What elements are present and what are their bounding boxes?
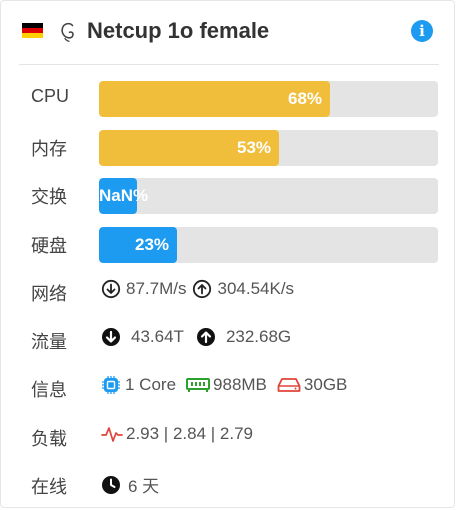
server-title: Netcup 1o female [87,18,270,43]
swap-bar: NaN% [99,178,438,214]
load-label: 负载 [31,429,67,449]
network-up-speed: 304.54K/s [217,279,295,298]
info-ram: 988MB [213,375,267,394]
disk-bar: 23% [99,227,438,263]
arrow-down-filled-icon [102,328,120,346]
header-divider [19,64,439,65]
memory-label: 内存 [31,139,67,159]
uptime-row: 6 天 [101,472,159,497]
uptime-label: 在线 [31,477,67,497]
cpu-percent: 68% [288,89,323,108]
disk-label: 硬盘 [31,236,67,256]
swap-label: 交换 [31,187,67,207]
arrow-up-circle-icon [193,279,212,299]
clock-icon [102,475,120,494]
card-header: Netcup 1o female i [1,1,456,63]
cpu-chip-icon [102,376,120,394]
network-row: 87.7M/s 304.54K/s [101,279,294,299]
germany-flag-icon [22,23,43,38]
load-row: 2.93 | 2.84 | 2.79 [101,424,253,444]
disk-percent: 23% [135,235,170,254]
cpu-bar: 68% [99,81,438,117]
memory-bar: 53% [99,130,438,166]
info-disk: 30GB [303,375,348,394]
hard-disk-icon [277,378,301,392]
info-row: 1 Core 988MB 30GB [101,375,347,395]
load-average: 2.93 | 2.84 | 2.79 [126,424,253,443]
info-label: 信息 [31,380,67,400]
arrow-down-circle-icon [101,279,121,299]
traffic-row: 43.64T 232.68G [101,327,291,347]
network-label: 网络 [31,284,67,304]
info-cpu-cores: 1 Core [125,375,177,394]
swap-percent: NaN% [99,186,149,205]
arrow-up-filled-icon [196,328,215,346]
ram-icon [186,378,211,392]
traffic-up-total: 232.68G [225,327,292,346]
activity-pulse-icon [101,427,123,442]
debian-icon [61,22,74,42]
info-icon[interactable]: i [411,20,433,42]
cpu-label: CPU [31,86,70,106]
server-card: Netcup 1o female i CPU 68% 内存 53% 交换 NaN… [0,0,455,508]
uptime-value: 6 天 [128,477,160,496]
traffic-label: 流量 [31,332,67,352]
traffic-down-total: 43.64T [131,327,184,346]
network-down-speed: 87.7M/s [126,279,187,298]
memory-percent: 53% [237,138,272,157]
